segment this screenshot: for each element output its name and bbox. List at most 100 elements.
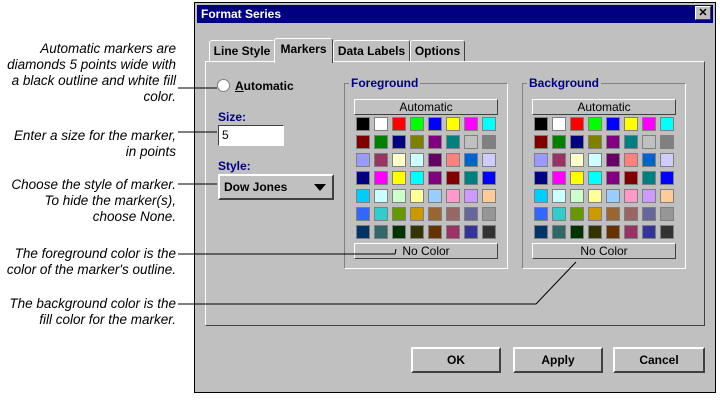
bg-color-swatch[interactable] — [534, 225, 548, 239]
tab-markers[interactable]: Markers — [274, 38, 333, 63]
bg-color-swatch[interactable] — [642, 153, 656, 167]
fg-color-swatch[interactable] — [464, 153, 478, 167]
bg-color-swatch[interactable] — [624, 225, 638, 239]
close-icon[interactable]: ✕ — [695, 6, 711, 20]
fg-color-swatch[interactable] — [482, 225, 496, 239]
bg-color-swatch[interactable] — [552, 225, 566, 239]
fg-color-swatch[interactable] — [410, 225, 424, 239]
fg-color-swatch[interactable] — [410, 189, 424, 203]
fg-color-swatch[interactable] — [482, 153, 496, 167]
fg-color-swatch[interactable] — [482, 171, 496, 185]
fg-color-swatch[interactable] — [374, 207, 388, 221]
size-input[interactable]: 5 — [218, 125, 284, 146]
bg-color-swatch[interactable] — [606, 135, 620, 149]
fg-color-swatch[interactable] — [410, 117, 424, 131]
fg-color-swatch[interactable] — [446, 135, 460, 149]
bg-color-swatch[interactable] — [624, 135, 638, 149]
bg-color-swatch[interactable] — [660, 153, 674, 167]
fg-color-swatch[interactable] — [428, 207, 442, 221]
bg-color-swatch[interactable] — [552, 189, 566, 203]
fg-color-swatch[interactable] — [464, 171, 478, 185]
fg-color-swatch[interactable] — [356, 171, 370, 185]
tab-data-labels[interactable]: Data Labels — [333, 40, 410, 62]
bg-color-swatch[interactable] — [642, 189, 656, 203]
fg-color-swatch[interactable] — [482, 135, 496, 149]
fg-color-swatch[interactable] — [356, 207, 370, 221]
fg-color-swatch[interactable] — [428, 117, 442, 131]
fg-color-swatch[interactable] — [374, 171, 388, 185]
fg-color-swatch[interactable] — [392, 117, 406, 131]
bg-color-swatch[interactable] — [642, 171, 656, 185]
fg-color-swatch[interactable] — [446, 207, 460, 221]
chevron-down-icon[interactable] — [314, 184, 326, 191]
fg-color-swatch[interactable] — [428, 135, 442, 149]
bg-color-swatch[interactable] — [534, 153, 548, 167]
fg-color-swatch[interactable] — [446, 117, 460, 131]
fg-color-swatch[interactable] — [392, 153, 406, 167]
fg-color-swatch[interactable] — [374, 153, 388, 167]
fg-color-swatch[interactable] — [392, 171, 406, 185]
bg-color-swatch[interactable] — [588, 135, 602, 149]
bg-color-swatch[interactable] — [642, 117, 656, 131]
fg-color-swatch[interactable] — [482, 189, 496, 203]
bg-color-swatch[interactable] — [534, 189, 548, 203]
fg-color-swatch[interactable] — [410, 153, 424, 167]
fg-color-swatch[interactable] — [410, 207, 424, 221]
fg-color-swatch[interactable] — [374, 189, 388, 203]
bg-color-swatch[interactable] — [588, 207, 602, 221]
fg-color-swatch[interactable] — [356, 225, 370, 239]
bg-color-swatch[interactable] — [570, 171, 584, 185]
fg-color-swatch[interactable] — [392, 135, 406, 149]
bg-color-swatch[interactable] — [552, 171, 566, 185]
fg-color-swatch[interactable] — [446, 225, 460, 239]
bg-color-swatch[interactable] — [534, 207, 548, 221]
fg-color-swatch[interactable] — [428, 225, 442, 239]
bg-color-swatch[interactable] — [588, 117, 602, 131]
tab-line-style[interactable]: Line Style — [209, 40, 275, 62]
bg-color-swatch[interactable] — [606, 189, 620, 203]
bg-color-swatch[interactable] — [552, 135, 566, 149]
bg-color-swatch[interactable] — [624, 207, 638, 221]
bg-color-swatch[interactable] — [570, 135, 584, 149]
fg-color-swatch[interactable] — [410, 135, 424, 149]
bg-color-swatch[interactable] — [588, 171, 602, 185]
fg-color-swatch[interactable] — [374, 117, 388, 131]
bg-color-swatch[interactable] — [552, 153, 566, 167]
bg-color-swatch[interactable] — [660, 171, 674, 185]
fg-color-swatch[interactable] — [356, 189, 370, 203]
cancel-button[interactable]: Cancel — [613, 347, 705, 373]
bg-color-swatch[interactable] — [552, 207, 566, 221]
bg-color-swatch[interactable] — [570, 225, 584, 239]
bg-color-swatch[interactable] — [660, 135, 674, 149]
fg-color-swatch[interactable] — [464, 135, 478, 149]
bg-color-swatch[interactable] — [606, 153, 620, 167]
fg-color-swatch[interactable] — [464, 207, 478, 221]
bg-color-swatch[interactable] — [552, 117, 566, 131]
fg-color-swatch[interactable] — [356, 153, 370, 167]
fg-color-swatch[interactable] — [392, 189, 406, 203]
fg-color-swatch[interactable] — [428, 153, 442, 167]
bg-color-swatch[interactable] — [570, 153, 584, 167]
bg-color-swatch[interactable] — [642, 225, 656, 239]
fg-color-swatch[interactable] — [374, 225, 388, 239]
bg-color-swatch[interactable] — [534, 135, 548, 149]
bg-color-swatch[interactable] — [642, 135, 656, 149]
fg-color-swatch[interactable] — [464, 189, 478, 203]
bg-color-swatch[interactable] — [570, 189, 584, 203]
fg-color-swatch[interactable] — [482, 207, 496, 221]
bg-color-swatch[interactable] — [588, 225, 602, 239]
fg-color-swatch[interactable] — [446, 189, 460, 203]
bg-color-swatch[interactable] — [606, 171, 620, 185]
bg-color-swatch[interactable] — [660, 207, 674, 221]
bg-color-swatch[interactable] — [588, 189, 602, 203]
bg-color-swatch[interactable] — [606, 207, 620, 221]
fg-color-swatch[interactable] — [428, 171, 442, 185]
bg-color-swatch[interactable] — [588, 153, 602, 167]
fg-color-swatch[interactable] — [410, 171, 424, 185]
bg-color-swatch[interactable] — [606, 225, 620, 239]
ok-button[interactable]: OK — [411, 347, 501, 373]
apply-button[interactable]: Apply — [513, 347, 603, 373]
fg-color-swatch[interactable] — [356, 135, 370, 149]
automatic-radio-label[interactable]: Automatic — [235, 79, 294, 93]
fg-color-swatch[interactable] — [446, 171, 460, 185]
